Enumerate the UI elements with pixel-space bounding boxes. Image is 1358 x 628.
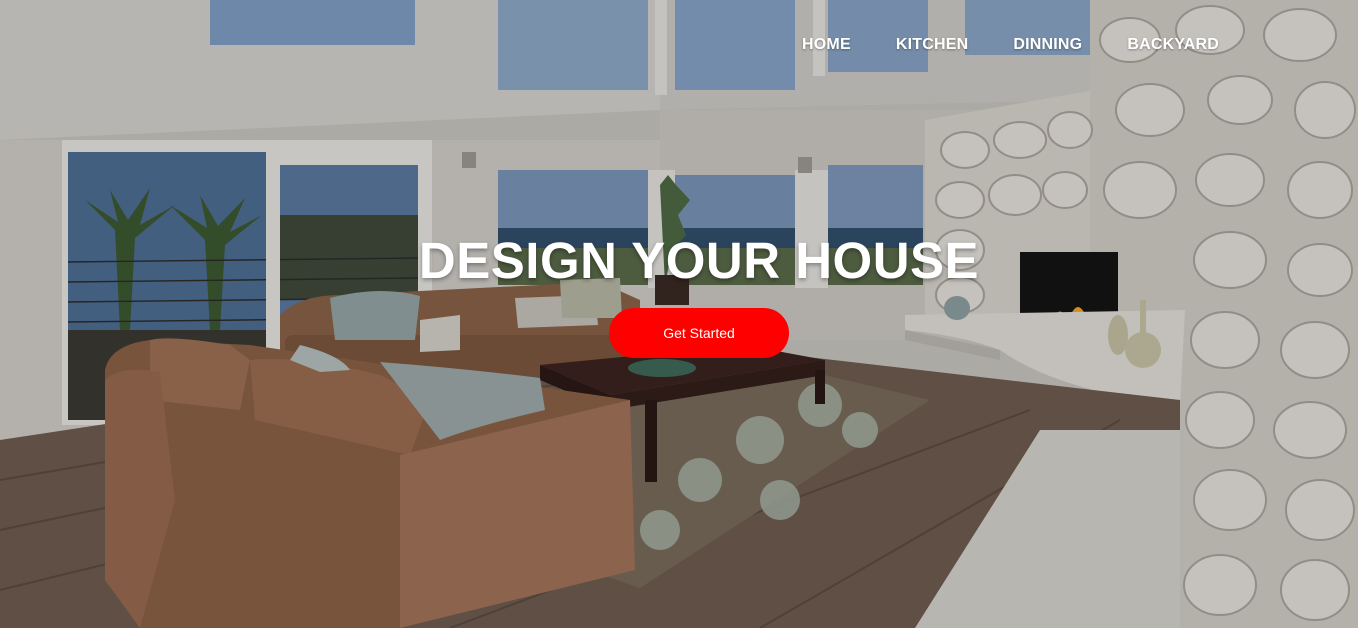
nav-item-kitchen[interactable]: KITCHEN (896, 36, 969, 54)
hero-title: DESIGN YOUR HOUSE (418, 232, 980, 289)
nav-item-dinning[interactable]: DINNING (1013, 36, 1082, 54)
nav-item-backyard[interactable]: BACKYARD (1127, 36, 1219, 54)
hero-section: HOME KITCHEN DINNING BACKYARD DESIGN YOU… (0, 0, 1358, 628)
top-navigation: HOME KITCHEN DINNING BACKYARD (802, 36, 1219, 54)
nav-item-home[interactable]: HOME (802, 36, 851, 54)
get-started-button[interactable]: Get Started (609, 308, 789, 358)
